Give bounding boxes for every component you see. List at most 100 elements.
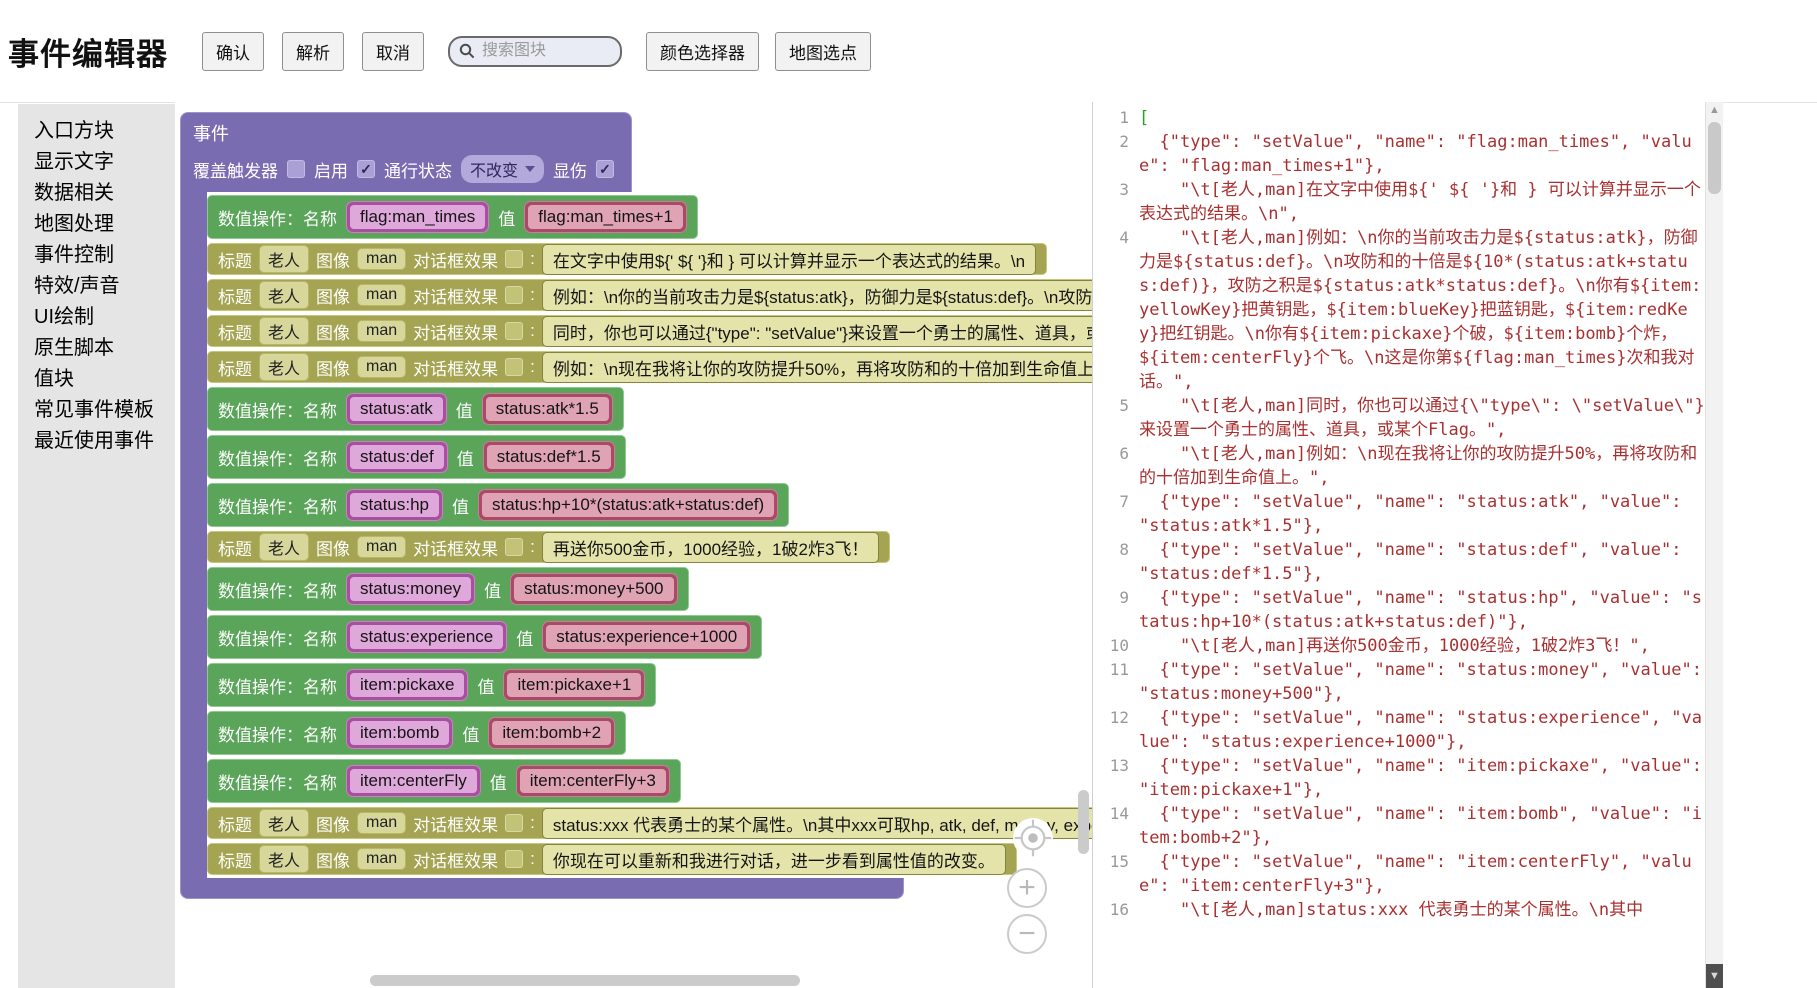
- search-input[interactable]: [480, 41, 594, 61]
- setvalue-block[interactable]: 数值操作：名称 flag:man_times 值 flag:man_times+…: [207, 195, 698, 239]
- text-block[interactable]: 标题 老人 图像 man 对话框效果 : 在文字中使用${' ${ '}和 } …: [207, 243, 1047, 275]
- enable-checkbox[interactable]: [357, 160, 375, 178]
- text-field[interactable]: status:xxx 代表勇士的某个属性。\n其中xxx可取hp, atk, d…: [542, 808, 1092, 839]
- recenter-button[interactable]: [1013, 818, 1053, 858]
- parse-button[interactable]: 解析: [282, 32, 344, 71]
- line-text: {"type": "setValue", "name": "status:exp…: [1136, 706, 1705, 754]
- zoom-out-button[interactable]: −: [1007, 914, 1047, 954]
- setvalue-block[interactable]: 数值操作：名称 status:experience 值 status:exper…: [207, 615, 762, 659]
- image-chip[interactable]: man: [357, 248, 406, 270]
- title-chip[interactable]: 老人: [259, 845, 309, 873]
- text-block[interactable]: 标题 老人 图像 man 对话框效果 : status:xxx 代表勇士的某个属…: [207, 807, 1092, 839]
- text-block[interactable]: 标题 老人 图像 man 对话框效果 : 同时，你也可以通过{"type": "…: [207, 315, 1092, 347]
- scroll-down-icon[interactable]: ▼: [1706, 964, 1723, 988]
- sidebar-item[interactable]: 地图处理: [34, 209, 175, 240]
- value-field[interactable]: item:pickaxe+1: [503, 669, 645, 701]
- line-number: 10: [1093, 634, 1136, 658]
- color-picker-button[interactable]: 颜色选择器: [646, 32, 759, 71]
- name-field[interactable]: status:hp: [346, 489, 443, 521]
- name-field[interactable]: status:money: [346, 573, 475, 605]
- setvalue-block[interactable]: 数值操作：名称 status:def 值 status:def*1.5: [207, 435, 626, 479]
- event-block-header[interactable]: 事件 覆盖触发器 启用 通行状态 不改变 显伤: [180, 112, 632, 192]
- name-field[interactable]: status:experience: [346, 621, 507, 653]
- image-chip[interactable]: man: [357, 536, 406, 558]
- text-field[interactable]: 你现在可以重新和我进行对话，进一步看到属性值的改变。: [542, 844, 1006, 875]
- workspace-vertical-scrollbar[interactable]: [1078, 790, 1089, 854]
- sidebar-item[interactable]: 事件控制: [34, 240, 175, 271]
- event-block[interactable]: 事件 覆盖触发器 启用 通行状态 不改变 显伤 数值操作：名称 flag:man…: [180, 112, 1092, 899]
- code-scrollbar-thumb[interactable]: [1708, 122, 1721, 194]
- sidebar-item[interactable]: 常见事件模板: [34, 395, 175, 426]
- value-field[interactable]: flag:man_times+1: [524, 201, 687, 233]
- text-field[interactable]: 再送你500金币，1000经验，1破2炸3飞！: [542, 532, 880, 563]
- sidebar-item[interactable]: 值块: [34, 364, 175, 395]
- text-block[interactable]: 标题 老人 图像 man 对话框效果 : 你现在可以重新和我进行对话，进一步看到…: [207, 843, 1017, 875]
- map-pick-button[interactable]: 地图选点: [775, 32, 871, 71]
- title-chip[interactable]: 老人: [259, 809, 309, 837]
- name-field[interactable]: item:centerFly: [346, 765, 481, 797]
- code-scrollbar[interactable]: ▲ ▼: [1705, 102, 1723, 988]
- effect-checkbox[interactable]: [505, 538, 523, 556]
- text-field[interactable]: 例如：\n现在我将让你的攻防提升50%，再将攻防和的十倍加到生命值上。: [542, 352, 1092, 383]
- sidebar-item[interactable]: 入口方块: [34, 116, 175, 147]
- zoom-in-button[interactable]: +: [1007, 868, 1047, 908]
- value-field[interactable]: item:centerFly+3: [516, 765, 670, 797]
- value-field[interactable]: status:experience+1000: [542, 621, 751, 653]
- line-text: {"type": "setValue", "name": "item:cente…: [1136, 850, 1705, 898]
- sidebar-item[interactable]: 特效/声音: [34, 271, 175, 302]
- workspace-horizontal-scrollbar[interactable]: [370, 975, 800, 986]
- text-field[interactable]: 在文字中使用${' ${ '}和 } 可以计算并显示一个表达式的结果。\n: [542, 244, 1036, 275]
- name-field[interactable]: item:bomb: [346, 717, 453, 749]
- sidebar-item[interactable]: UI绘制: [34, 302, 175, 333]
- confirm-button[interactable]: 确认: [202, 32, 264, 71]
- value-field[interactable]: status:hp+10*(status:atk+status:def): [478, 489, 778, 521]
- value-field[interactable]: status:atk*1.5: [482, 393, 613, 425]
- image-chip[interactable]: man: [357, 848, 406, 870]
- sidebar-item[interactable]: 显示文字: [34, 147, 175, 178]
- effect-checkbox[interactable]: [505, 250, 523, 268]
- effect-checkbox[interactable]: [505, 358, 523, 376]
- text-field[interactable]: 同时，你也可以通过{"type": "setValue"}来设置一个勇士的属性、…: [542, 316, 1092, 347]
- effect-checkbox[interactable]: [505, 850, 523, 868]
- name-field[interactable]: flag:man_times: [346, 201, 489, 233]
- text-block[interactable]: 标题 老人 图像 man 对话框效果 : 例如：\n你的当前攻击力是${stat…: [207, 279, 1092, 311]
- image-chip[interactable]: man: [357, 284, 406, 306]
- name-field[interactable]: status:def: [346, 441, 448, 473]
- setvalue-block[interactable]: 数值操作：名称 item:pickaxe 值 item:pickaxe+1: [207, 663, 656, 707]
- damage-checkbox[interactable]: [596, 160, 614, 178]
- setvalue-block[interactable]: 数值操作：名称 status:money 值 status:money+500: [207, 567, 689, 611]
- scroll-up-icon[interactable]: ▲: [1706, 104, 1723, 116]
- trigger-checkbox[interactable]: [287, 160, 305, 178]
- effect-checkbox[interactable]: [505, 322, 523, 340]
- cancel-button[interactable]: 取消: [362, 32, 424, 71]
- pass-state-dropdown[interactable]: 不改变: [461, 155, 544, 183]
- effect-checkbox[interactable]: [505, 286, 523, 304]
- search-box[interactable]: [448, 36, 622, 67]
- blockly-workspace[interactable]: 事件 覆盖触发器 启用 通行状态 不改变 显伤 数值操作：名称 flag:man…: [175, 102, 1092, 988]
- image-chip[interactable]: man: [357, 812, 406, 834]
- setvalue-block[interactable]: 数值操作：名称 status:hp 值 status:hp+10*(status…: [207, 483, 789, 527]
- title-chip[interactable]: 老人: [259, 245, 309, 273]
- value-field[interactable]: status:money+500: [510, 573, 677, 605]
- text-block[interactable]: 标题 老人 图像 man 对话框效果 : 再送你500金币，1000经验，1破2…: [207, 531, 890, 563]
- value-field[interactable]: status:def*1.5: [483, 441, 615, 473]
- sidebar-item[interactable]: 最近使用事件: [34, 426, 175, 457]
- setvalue-block[interactable]: 数值操作：名称 status:atk 值 status:atk*1.5: [207, 387, 624, 431]
- sidebar-item[interactable]: 数据相关: [34, 178, 175, 209]
- title-chip[interactable]: 老人: [259, 533, 309, 561]
- title-chip[interactable]: 老人: [259, 317, 309, 345]
- setvalue-block[interactable]: 数值操作：名称 item:bomb 值 item:bomb+2: [207, 711, 626, 755]
- name-field[interactable]: status:atk: [346, 393, 447, 425]
- setvalue-block[interactable]: 数值操作：名称 item:centerFly 值 item:centerFly+…: [207, 759, 681, 803]
- code-editor[interactable]: 1 [ 2 {"type": "setValue", "name": "flag…: [1092, 102, 1705, 988]
- title-chip[interactable]: 老人: [259, 353, 309, 381]
- value-field[interactable]: item:bomb+2: [488, 717, 615, 749]
- text-block[interactable]: 标题 老人 图像 man 对话框效果 : 例如：\n现在我将让你的攻防提升50%…: [207, 351, 1092, 383]
- text-field[interactable]: 例如：\n你的当前攻击力是${status:atk}，防御力是${status:…: [542, 280, 1092, 311]
- image-chip[interactable]: man: [357, 356, 406, 378]
- effect-checkbox[interactable]: [505, 814, 523, 832]
- image-chip[interactable]: man: [357, 320, 406, 342]
- title-chip[interactable]: 老人: [259, 281, 309, 309]
- sidebar-item[interactable]: 原生脚本: [34, 333, 175, 364]
- name-field[interactable]: item:pickaxe: [346, 669, 468, 701]
